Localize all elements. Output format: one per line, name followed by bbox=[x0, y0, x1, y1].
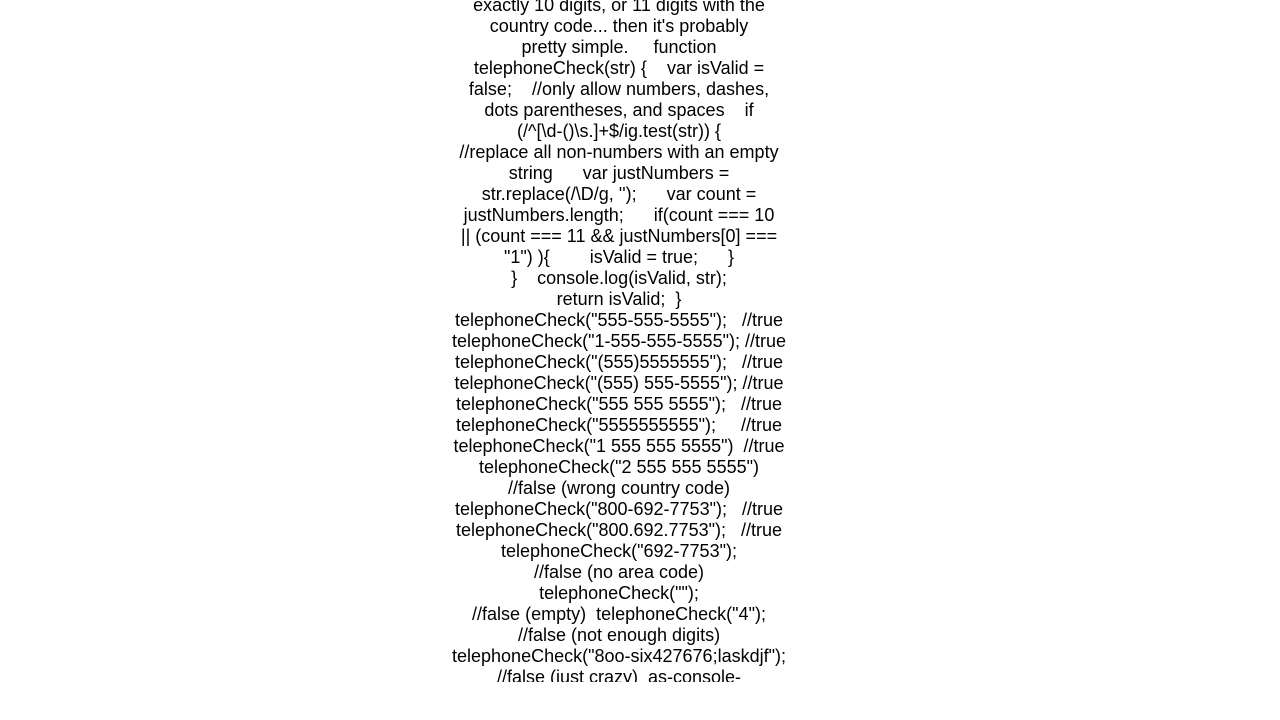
text-line: telephoneCheck("692-7753"); bbox=[501, 541, 737, 561]
text-line: str.replace(/\D/g, ''); var count = bbox=[481, 184, 757, 204]
text-line: pretty simple. function bbox=[521, 37, 717, 57]
text-line: telephoneCheck("2 555 555 5555") bbox=[479, 457, 759, 477]
text-line: string var justNumbers = bbox=[508, 163, 730, 183]
text-line: telephoneCheck("(555) 555-5555"); //true bbox=[454, 373, 784, 393]
text-line: telephoneCheck("1-555-555-5555"); //true bbox=[452, 331, 786, 351]
text-line: exactly 10 digits, or 11 digits with the bbox=[473, 0, 765, 15]
text-line: telephoneCheck("8oo-six427676;laskdjf"); bbox=[452, 646, 786, 666]
text-line: //false (wrong country code) bbox=[507, 478, 731, 498]
text-line: telephoneCheck(""); bbox=[539, 583, 699, 603]
text-line: justNumbers.length; if(count === 10 bbox=[463, 205, 775, 225]
text-line: telephoneCheck("800-692-7753"); //true bbox=[455, 499, 783, 519]
text-line: //replace all non-numbers with an empty bbox=[459, 142, 779, 162]
text-line: //false (not enough digits) bbox=[517, 625, 721, 645]
text-line: telephoneCheck("5555555555"); //true bbox=[456, 415, 782, 435]
text-line: telephoneCheck("555-555-5555"); //true bbox=[455, 310, 783, 330]
text-line: //false (empty) telephoneCheck("4"); bbox=[472, 604, 766, 624]
text-line: country code... then it's probably bbox=[489, 16, 749, 36]
text-line: telephoneCheck("800.692.7753"); //true bbox=[456, 520, 782, 540]
text-line: } console.log(isValid, str); bbox=[511, 268, 727, 288]
text-line: || (count === 11 && justNumbers[0] === bbox=[460, 226, 778, 246]
text-line: "1") ){ isValid = true; } bbox=[503, 247, 735, 267]
page-viewport: exactly 10 digits, or 11 digits with the… bbox=[0, 0, 1280, 682]
text-line: //false (just crazy) as-console- bbox=[496, 667, 742, 682]
text-line: //false (no area code) bbox=[533, 562, 705, 582]
document-text: exactly 10 digits, or 11 digits with the… bbox=[0, 0, 1238, 682]
text-line: return isValid; } bbox=[556, 289, 682, 309]
text-line: (/^[\d-()\s.]+$/ig.test(str)) { bbox=[517, 121, 721, 141]
text-line: telephoneCheck("(555)5555555"); //true bbox=[455, 352, 783, 372]
text-line: telephoneCheck("555 555 5555"); //true bbox=[456, 394, 782, 414]
text-line: false; //only allow numbers, dashes, bbox=[468, 79, 770, 99]
text-line: dots parentheses, and spaces if bbox=[484, 100, 754, 120]
text-line: telephoneCheck("1 555 555 5555") //true bbox=[453, 436, 785, 456]
text-line: telephoneCheck(str) { var isValid = bbox=[473, 58, 765, 78]
